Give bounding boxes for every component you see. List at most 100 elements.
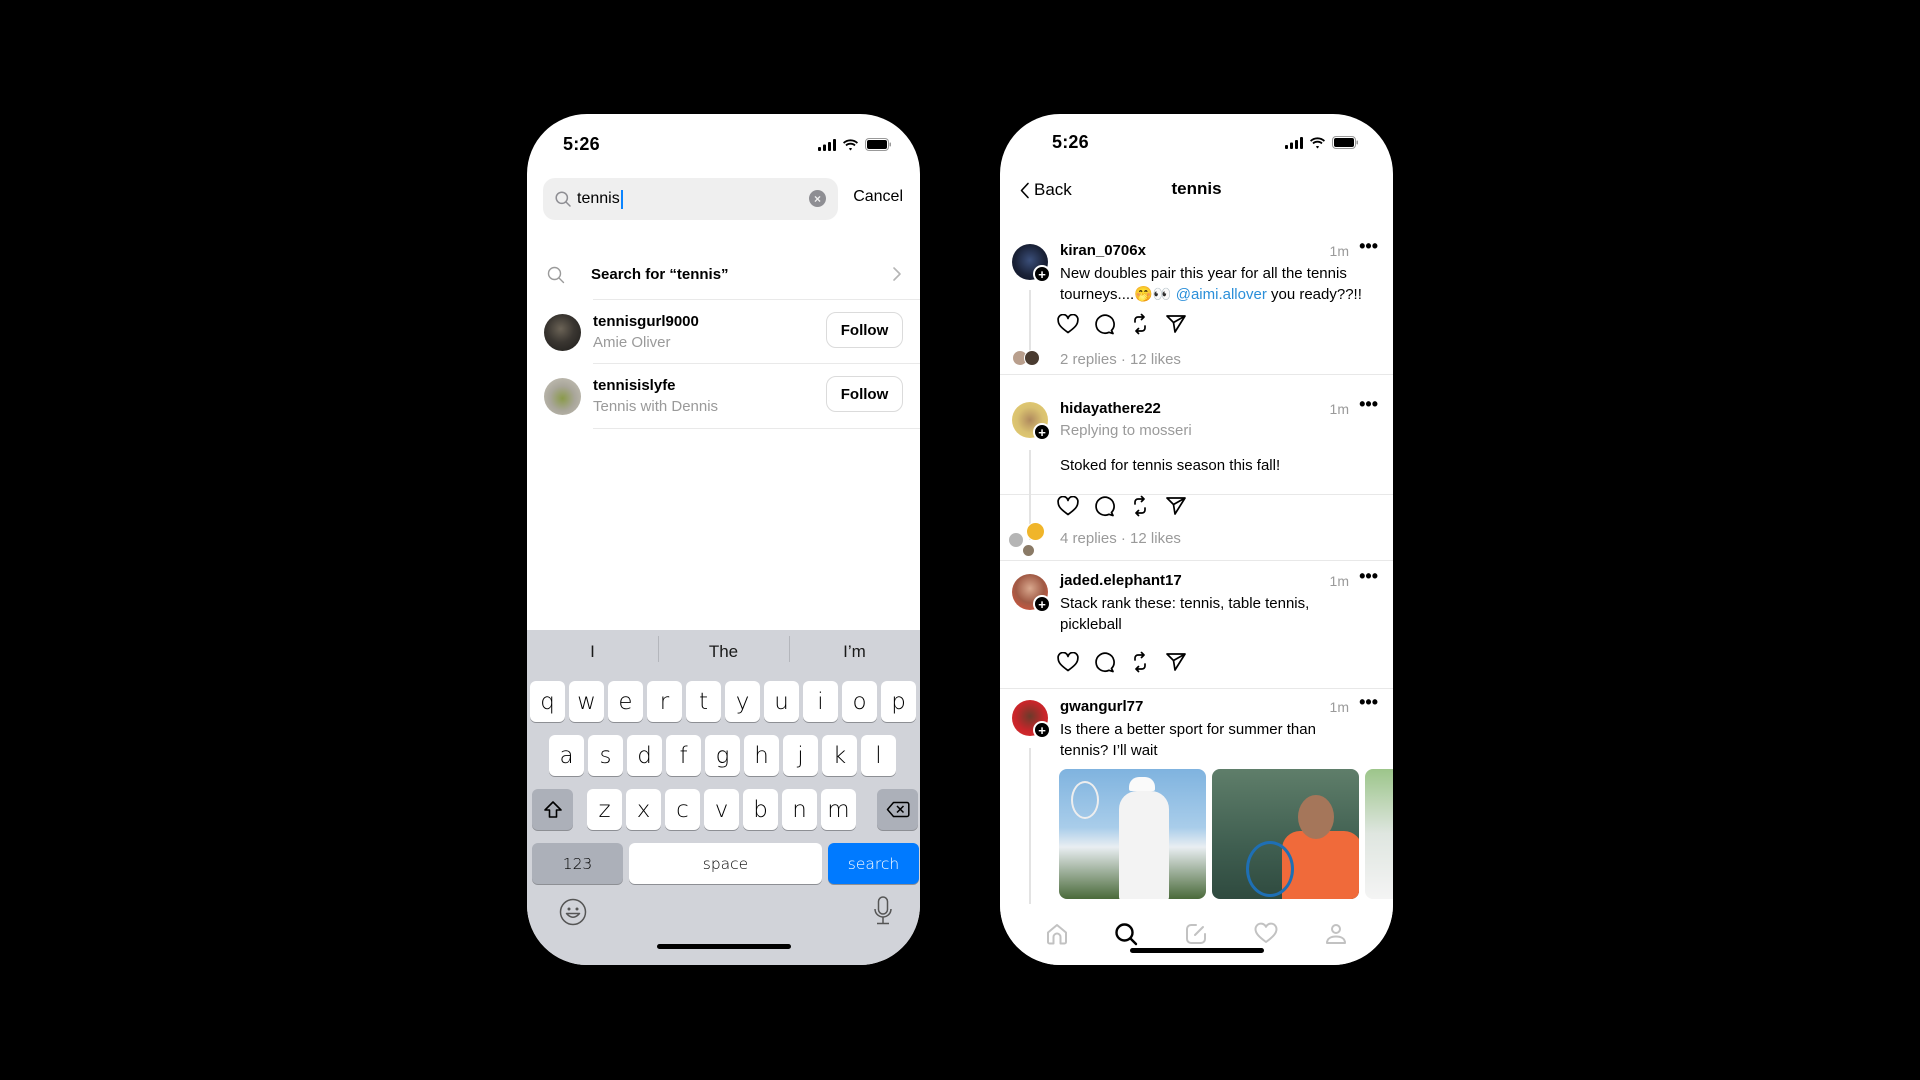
key-b[interactable]: b — [743, 789, 778, 830]
post-stats[interactable]: 4 replies · 12 likes — [1060, 530, 1181, 547]
suggestion[interactable]: I’m — [789, 636, 920, 662]
heart-icon[interactable] — [1254, 922, 1278, 944]
compose-icon[interactable] — [1184, 922, 1208, 946]
media-image[interactable] — [1212, 769, 1359, 899]
media-carousel[interactable] — [1059, 769, 1393, 899]
shift-key[interactable] — [532, 789, 573, 830]
more-options-button[interactable]: ••• — [1359, 692, 1378, 713]
search-icon[interactable] — [1114, 922, 1138, 946]
post-username[interactable]: gwangurl77 — [1060, 698, 1143, 715]
like-heart-icon[interactable] — [1057, 314, 1079, 334]
key-i[interactable]: i — [803, 681, 838, 722]
follow-plus-icon[interactable]: + — [1033, 265, 1051, 283]
key-m[interactable]: m — [821, 789, 856, 830]
like-heart-icon[interactable] — [1057, 496, 1079, 516]
follow-button[interactable]: Follow — [826, 312, 903, 348]
key-u[interactable]: u — [764, 681, 799, 722]
user-result-row[interactable]: tennisislyfe Tennis with Dennis Follow — [527, 364, 920, 428]
key-l[interactable]: l — [861, 735, 896, 776]
follow-plus-icon[interactable]: + — [1033, 423, 1051, 441]
key-v[interactable]: v — [704, 789, 739, 830]
key-e[interactable]: e — [608, 681, 643, 722]
home-indicator — [656, 944, 791, 949]
follow-button[interactable]: Follow — [826, 376, 903, 412]
more-options-button[interactable]: ••• — [1359, 566, 1378, 587]
post[interactable]: + jaded.elephant17 1m ••• Stack rank the… — [1000, 564, 1393, 688]
back-button[interactable]: Back — [1020, 180, 1072, 200]
key-p[interactable]: p — [881, 681, 916, 722]
avatar — [1024, 350, 1040, 366]
like-heart-icon[interactable] — [1057, 652, 1079, 672]
space-key[interactable]: space — [629, 843, 822, 884]
emoji-icon[interactable] — [559, 898, 587, 926]
home-icon[interactable] — [1045, 922, 1069, 946]
repost-icon[interactable] — [1129, 313, 1151, 335]
key-d[interactable]: d — [627, 735, 662, 776]
key-z[interactable]: z — [587, 789, 622, 830]
comment-icon[interactable] — [1093, 495, 1115, 517]
repost-icon[interactable] — [1129, 651, 1151, 673]
comment-icon[interactable] — [1093, 651, 1115, 673]
follow-plus-icon[interactable]: + — [1033, 721, 1051, 739]
post-time: 1m — [1329, 243, 1349, 259]
search-for-row[interactable]: Search for “tennis” — [527, 249, 920, 301]
post-username[interactable]: jaded.elephant17 — [1060, 572, 1182, 589]
key-a[interactable]: a — [549, 735, 584, 776]
post-stats[interactable]: 2 replies · 12 likes — [1060, 351, 1181, 368]
suggestion[interactable]: The — [658, 636, 789, 662]
follow-plus-icon[interactable]: + — [1033, 595, 1051, 613]
key-o[interactable]: o — [842, 681, 877, 722]
key-y[interactable]: y — [725, 681, 760, 722]
key-s[interactable]: s — [588, 735, 623, 776]
post-text: Stack rank these: tennis, table tennis, … — [1060, 595, 1310, 633]
key-f[interactable]: f — [666, 735, 701, 776]
likes-count[interactable]: 12 likes — [1130, 530, 1181, 547]
media-image[interactable] — [1365, 769, 1393, 899]
key-r[interactable]: r — [647, 681, 682, 722]
comment-icon[interactable] — [1093, 313, 1115, 335]
post-separator — [1000, 374, 1393, 375]
mention-link[interactable]: @aimi.allover — [1176, 286, 1267, 303]
key-t[interactable]: t — [686, 681, 721, 722]
likes-count[interactable]: 12 likes — [1130, 351, 1181, 368]
numbers-key[interactable]: 123 — [532, 843, 623, 884]
post[interactable]: + kiran_0706x 1m ••• New doubles pair th… — [1000, 234, 1393, 374]
key-h[interactable]: h — [744, 735, 779, 776]
replies-count[interactable]: 2 replies — [1060, 351, 1117, 368]
replying-to[interactable]: Replying to mosseri — [1060, 422, 1192, 439]
key-g[interactable]: g — [705, 735, 740, 776]
key-j[interactable]: j — [783, 735, 818, 776]
profile-icon[interactable] — [1324, 922, 1348, 946]
key-k[interactable]: k — [822, 735, 857, 776]
search-field[interactable]: tennis × — [543, 178, 838, 220]
post-time: 1m — [1329, 573, 1349, 589]
search-key[interactable]: search — [828, 843, 919, 884]
more-options-button[interactable]: ••• — [1359, 394, 1378, 415]
cancel-button[interactable]: Cancel — [853, 188, 903, 206]
more-options-button[interactable]: ••• — [1359, 236, 1378, 257]
key-n[interactable]: n — [782, 789, 817, 830]
post[interactable]: + hidayathere22 1m ••• Replying to mosse… — [1000, 392, 1393, 560]
key-w[interactable]: w — [569, 681, 604, 722]
microphone-icon[interactable] — [872, 895, 894, 927]
repost-icon[interactable] — [1129, 495, 1151, 517]
key-x[interactable]: x — [626, 789, 661, 830]
post-username[interactable]: kiran_0706x — [1060, 242, 1146, 259]
share-send-icon[interactable] — [1165, 652, 1187, 672]
home-indicator — [1129, 948, 1264, 953]
wifi-icon — [1310, 136, 1325, 148]
key-q[interactable]: q — [530, 681, 565, 722]
clear-search-button[interactable]: × — [809, 190, 826, 207]
key-c[interactable]: c — [665, 789, 700, 830]
delete-key[interactable] — [877, 789, 918, 830]
share-send-icon[interactable] — [1165, 314, 1187, 334]
user-result-row[interactable]: tennisgurl9000 Amie Oliver Follow — [527, 300, 920, 364]
media-image[interactable] — [1059, 769, 1206, 899]
search-input[interactable]: tennis — [577, 190, 620, 208]
post-username[interactable]: hidayathere22 — [1060, 400, 1161, 417]
results-feed[interactable]: + kiran_0706x 1m ••• New doubles pair th… — [1000, 234, 1393, 908]
replies-count[interactable]: 4 replies — [1060, 530, 1117, 547]
share-send-icon[interactable] — [1165, 496, 1187, 516]
suggestion[interactable]: I — [527, 642, 658, 662]
post[interactable]: + gwangurl77 1m ••• Is there a better sp… — [1000, 690, 1393, 908]
